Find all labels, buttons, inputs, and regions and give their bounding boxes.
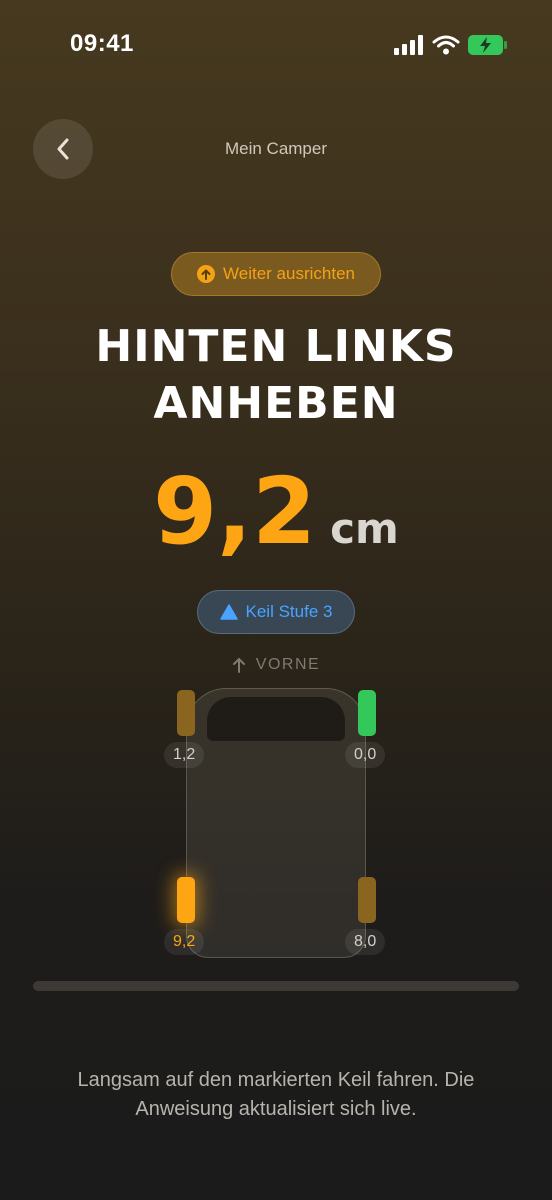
height-value: 9,2 [153, 458, 317, 565]
arrow-up-circle-icon [197, 265, 216, 283]
battery-charging-icon [468, 35, 507, 55]
cellular-signal-icon [394, 35, 423, 55]
vehicle-windshield [207, 697, 345, 741]
triangle-icon [219, 604, 238, 620]
height-readout: 9,2 cm [0, 466, 552, 558]
wheel-rear-right [358, 877, 376, 923]
wheel-rear-left [177, 877, 195, 923]
action-headline: HINTEN LINKS ANHEBEN [0, 318, 552, 432]
status-icons [394, 34, 508, 56]
wifi-icon [432, 35, 460, 55]
wedge-label: Keil Stufe 3 [245, 602, 333, 621]
status-time: 09:41 [70, 30, 134, 57]
page-title: Mein Camper [224, 139, 328, 158]
wheel-rear-right-value: 8,0 [345, 929, 386, 955]
arrow-up-icon [232, 657, 245, 673]
instruction-badge: Weiter ausrichten [171, 252, 381, 296]
hint-text: Langsam auf den markierten Keil fahren. … [77, 1069, 475, 1120]
progress-track [33, 981, 519, 991]
wheel-front-left [177, 690, 195, 736]
height-unit: cm [330, 504, 399, 553]
instruction-label: Weiter ausrichten [223, 264, 355, 283]
headline-line-2: ANHEBEN [153, 378, 399, 429]
wheel-front-right-value: 0,0 [345, 742, 386, 768]
front-label: VORNE [255, 656, 321, 673]
front-indicator: VORNE [0, 656, 552, 674]
wheel-rear-left-value: 9,2 [164, 929, 205, 955]
headline-line-1: HINTEN LINKS [95, 321, 457, 372]
wedge-level-badge: Keil Stufe 3 [197, 590, 355, 634]
wheel-front-left-value: 1,2 [164, 742, 205, 768]
wheel-front-right [358, 690, 376, 736]
